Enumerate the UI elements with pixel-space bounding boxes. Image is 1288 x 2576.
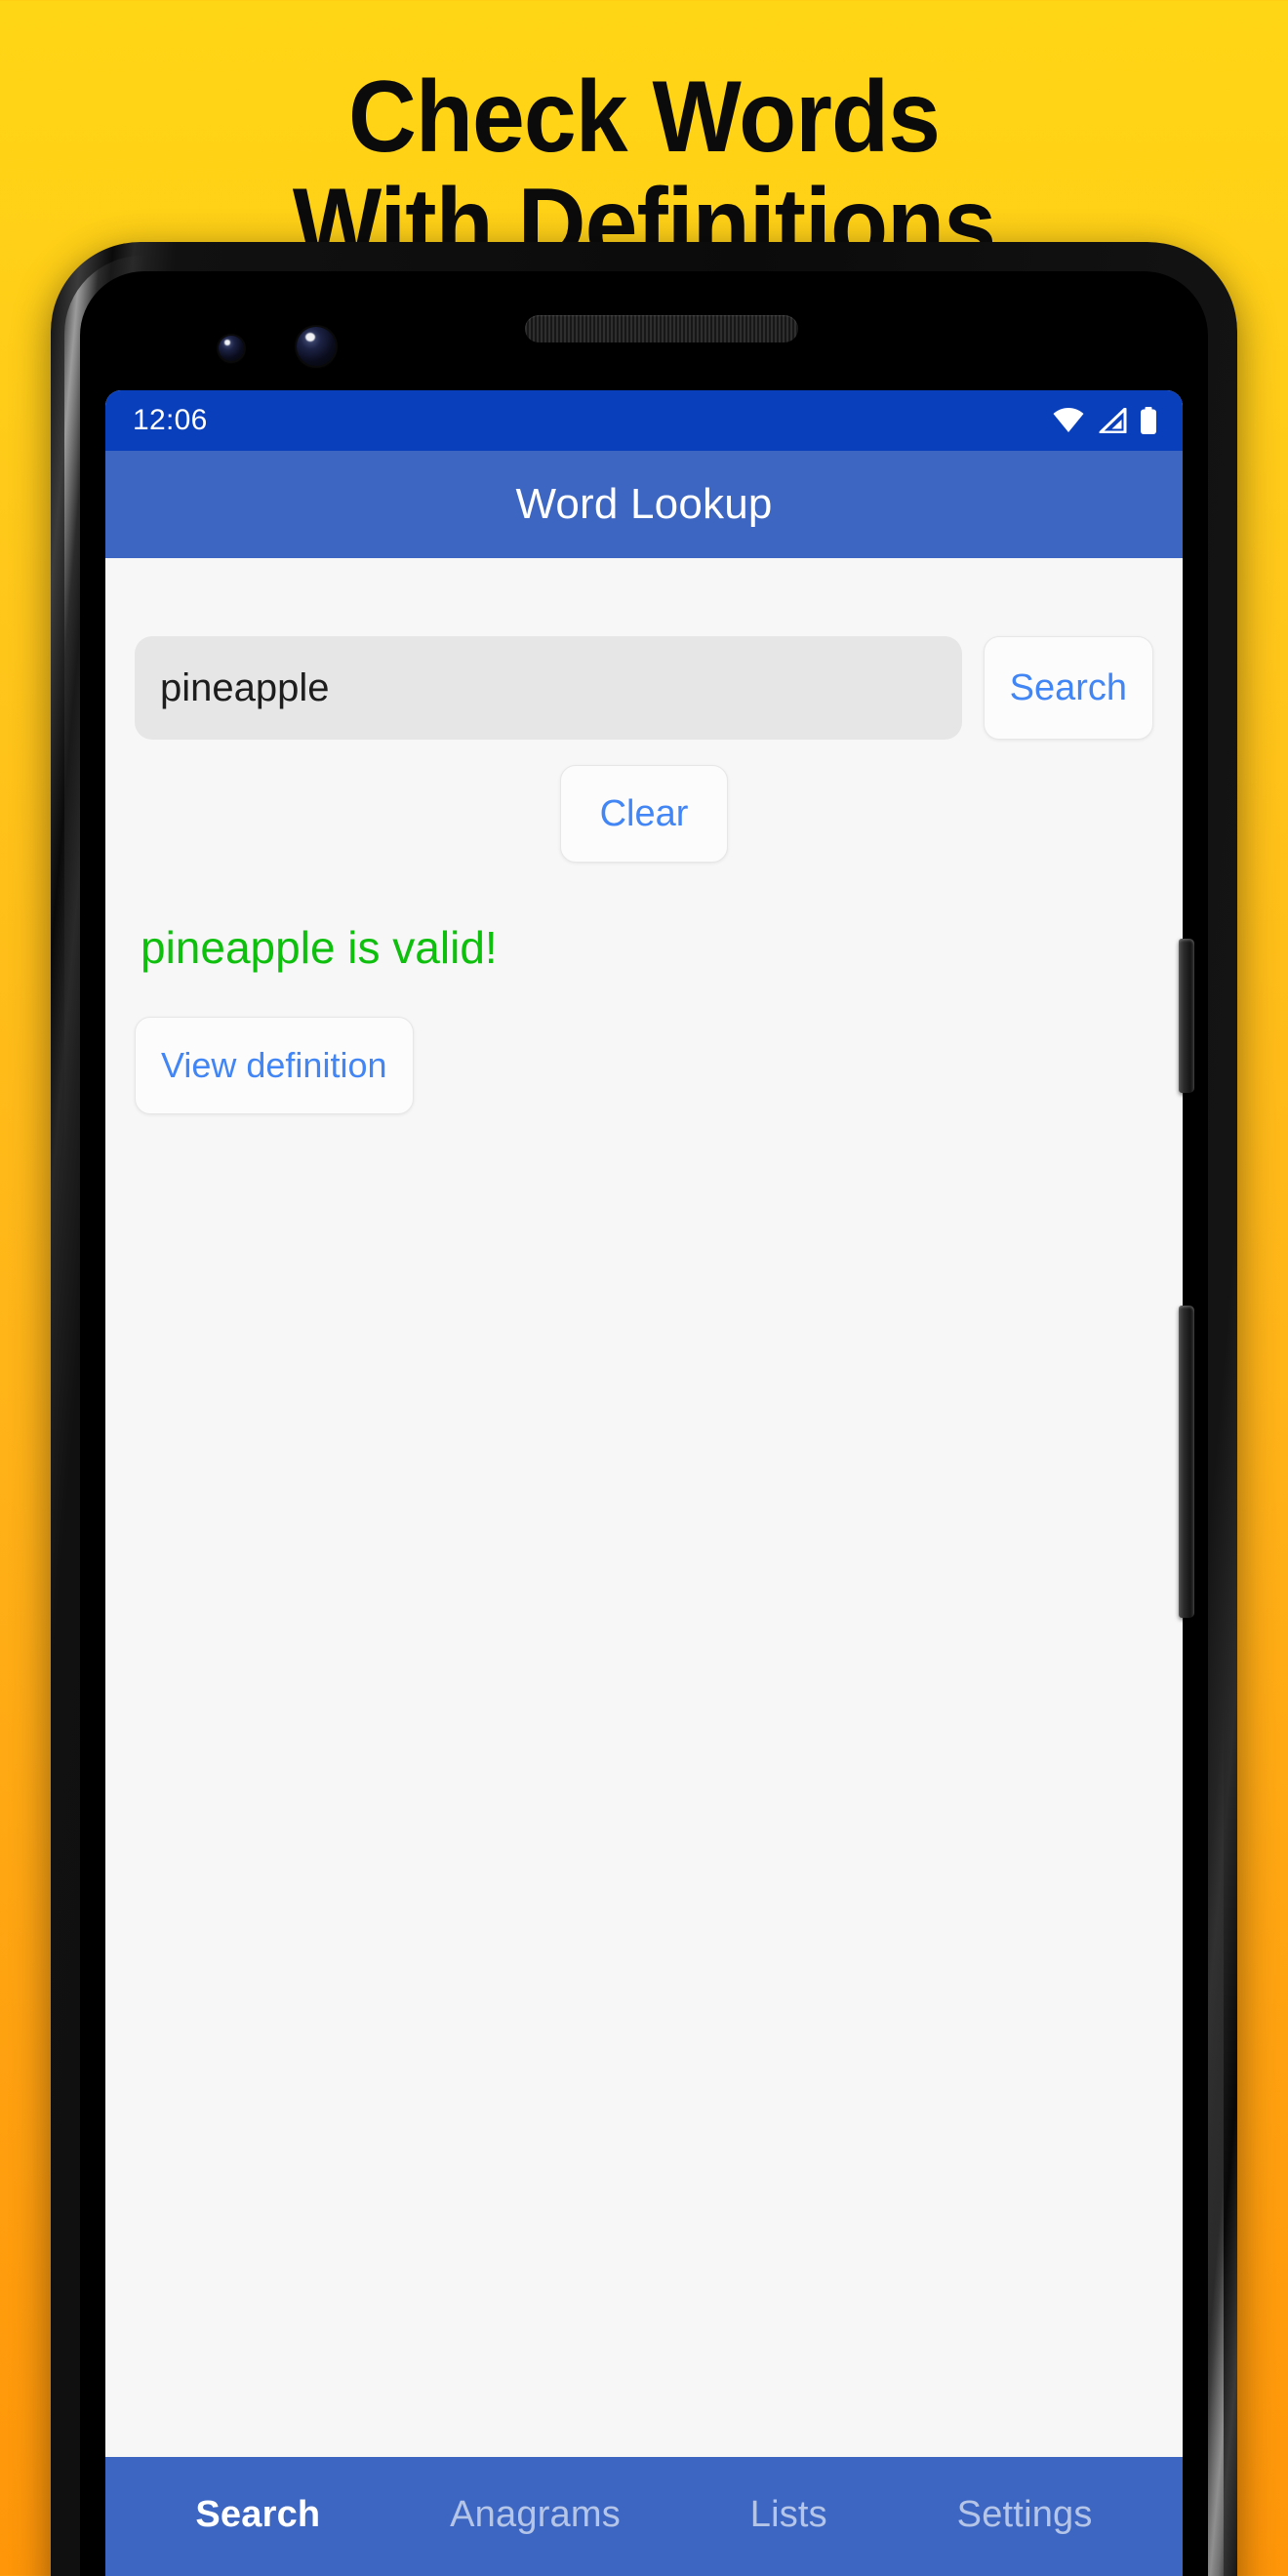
status-bar-icons: [1052, 407, 1157, 434]
clear-button[interactable]: Clear: [559, 765, 729, 863]
search-row: Search: [135, 636, 1153, 740]
nav-item-search[interactable]: Search: [195, 2494, 320, 2536]
front-camera-lens-secondary-icon: [297, 327, 336, 366]
view-definition-button[interactable]: View definition: [135, 1017, 414, 1114]
cellular-signal-icon: [1098, 408, 1127, 433]
wifi-icon: [1052, 408, 1085, 433]
promo-headline-line1: Check Words: [347, 60, 941, 174]
phone-screen: 12:06 Word Lookup pineapple Search Clear…: [105, 390, 1183, 2576]
search-input[interactable]: [135, 636, 962, 740]
clear-row: Clear: [135, 765, 1153, 863]
power-button[interactable]: [1179, 939, 1194, 1093]
nav-item-anagrams[interactable]: Anagrams: [450, 2494, 621, 2536]
nav-item-lists[interactable]: Lists: [750, 2494, 827, 2536]
app-bar: Word Lookup: [105, 451, 1183, 558]
volume-rocker-button[interactable]: [1179, 1306, 1194, 1618]
phone-bezel: 12:06 Word Lookup pineapple Search Clear…: [80, 271, 1208, 2576]
status-bar: 12:06: [105, 390, 1183, 451]
definition-row: View definition: [135, 1017, 1153, 1114]
status-bar-clock: 12:06: [133, 404, 208, 436]
earpiece-speaker-icon: [525, 315, 798, 342]
front-camera-lens-icon: [219, 336, 244, 361]
bottom-navigation-bar: Search Anagrams Lists Settings: [105, 2457, 1183, 2576]
phone-device-frame: 12:06 Word Lookup pineapple Search Clear…: [51, 242, 1237, 2576]
main-content: Search Clear pineapple is valid! View de…: [105, 558, 1183, 2457]
search-button[interactable]: Search: [983, 636, 1153, 740]
validity-message: pineapple is valid!: [141, 922, 498, 973]
app-bar-title: Word Lookup: [515, 480, 773, 528]
battery-icon: [1140, 407, 1157, 434]
nav-item-settings[interactable]: Settings: [957, 2494, 1093, 2536]
